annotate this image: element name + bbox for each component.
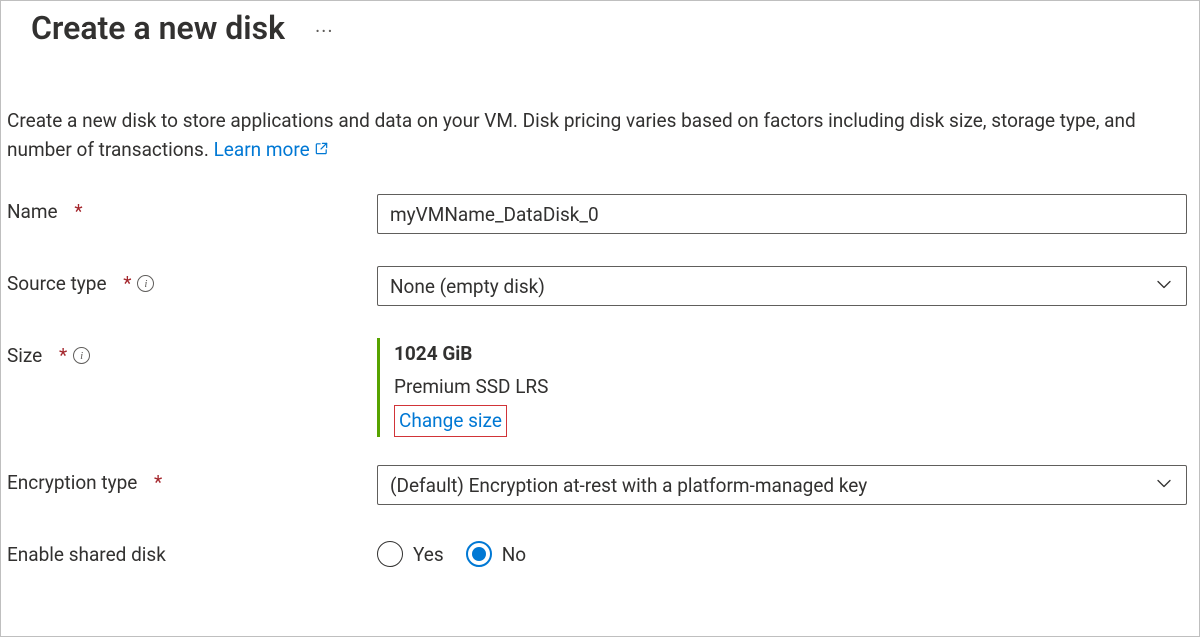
enable-shared-disk-control: Yes No xyxy=(377,537,1187,567)
description-body: Create a new disk to store applications … xyxy=(7,109,1136,161)
chevron-down-icon xyxy=(1156,275,1172,298)
form-fields: Name * Source type * i None (empty disk) xyxy=(1,164,1199,567)
radio-circle-icon xyxy=(466,541,492,567)
encryption-type-label: Encryption type * xyxy=(7,465,377,494)
size-control-wrapper: 1024 GiB Premium SSD LRS Change size xyxy=(377,338,1187,437)
external-link-icon xyxy=(314,136,329,165)
panel-header: Create a new disk ··· xyxy=(1,1,1199,47)
radio-dot-icon xyxy=(472,547,486,561)
shared-disk-radio-group: Yes No xyxy=(377,537,1187,567)
size-display: 1024 GiB Premium SSD LRS Change size xyxy=(377,338,1187,437)
required-star: * xyxy=(74,200,82,223)
learn-more-link[interactable]: Learn more xyxy=(214,138,329,161)
description-text: Create a new disk to store applications … xyxy=(1,47,1199,164)
source-type-select[interactable]: None (empty disk) xyxy=(377,266,1187,306)
change-size-link[interactable]: Change size xyxy=(394,405,507,437)
encryption-type-select[interactable]: (Default) Encryption at-rest with a plat… xyxy=(377,465,1187,505)
encryption-type-control: (Default) Encryption at-rest with a plat… xyxy=(377,465,1187,505)
page-title: Create a new disk xyxy=(31,9,285,47)
enable-shared-disk-row: Enable shared disk Yes No xyxy=(7,537,1193,567)
radio-no-label: No xyxy=(502,543,526,566)
name-row: Name * xyxy=(7,194,1193,234)
shared-disk-yes-radio[interactable]: Yes xyxy=(377,541,444,567)
size-type: Premium SSD LRS xyxy=(394,371,1187,403)
size-row: Size * i 1024 GiB Premium SSD LRS Change… xyxy=(7,338,1193,437)
required-star: * xyxy=(123,272,131,295)
radio-yes-label: Yes xyxy=(413,543,444,566)
info-icon[interactable]: i xyxy=(73,347,90,364)
info-icon[interactable]: i xyxy=(137,275,154,292)
required-star: * xyxy=(59,344,67,367)
required-star: * xyxy=(154,471,162,494)
source-type-row: Source type * i None (empty disk) xyxy=(7,266,1193,306)
shared-disk-no-radio[interactable]: No xyxy=(466,541,526,567)
source-type-control: None (empty disk) xyxy=(377,266,1187,306)
source-type-label: Source type * i xyxy=(7,266,377,295)
size-label: Size * i xyxy=(7,338,377,367)
name-input[interactable] xyxy=(377,194,1187,234)
more-options-icon[interactable]: ··· xyxy=(315,13,334,43)
chevron-down-icon xyxy=(1156,474,1172,497)
enable-shared-disk-label: Enable shared disk xyxy=(7,537,377,566)
size-value: 1024 GiB xyxy=(394,338,1187,370)
radio-circle-icon xyxy=(377,541,403,567)
encryption-type-row: Encryption type * (Default) Encryption a… xyxy=(7,465,1193,505)
create-disk-panel: Create a new disk ··· Create a new disk … xyxy=(0,0,1200,637)
name-control xyxy=(377,194,1187,234)
name-label: Name * xyxy=(7,194,377,223)
